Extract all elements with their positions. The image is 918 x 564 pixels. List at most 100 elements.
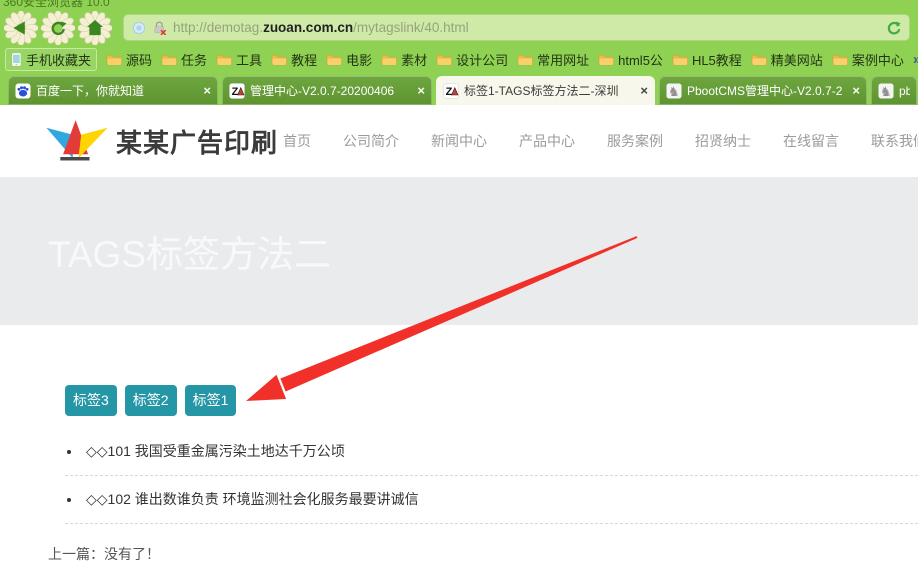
crown-logo-icon [45, 115, 109, 167]
tab-pbootcms-partial[interactable]: ♞ pb [871, 76, 917, 105]
refresh-button[interactable] [41, 11, 75, 45]
close-icon[interactable]: × [852, 84, 860, 97]
folder-icon [161, 53, 177, 66]
bookmark-folder-source[interactable]: 源码 [106, 50, 152, 69]
pboot-knight-icon: ♞ [878, 83, 894, 99]
folder-icon [216, 53, 232, 66]
page-title: TAGS标签方法二 [48, 224, 331, 278]
bookmark-label: 案例中心 [852, 50, 904, 69]
nav-service-cases[interactable]: 服务案例 [607, 131, 663, 151]
bookmark-label: 任务 [181, 50, 207, 69]
tab-admin-center[interactable]: 管理中心-V2.0.7-20200406 × [222, 76, 432, 105]
bookmark-mobile-favorites[interactable]: 手机收藏夹 [5, 48, 97, 71]
compatibility-mode-icon[interactable] [887, 21, 901, 35]
bookmark-label: 素材 [401, 50, 427, 69]
close-icon[interactable]: × [640, 84, 648, 97]
tab-title: pb [899, 84, 910, 98]
za-logo-icon [443, 83, 459, 99]
tab-pbootcms-admin[interactable]: ♞ PbootCMS管理中心-V2.0.7-2 × [659, 76, 867, 105]
tag-button-2[interactable]: 标签2 [125, 385, 177, 416]
folder-icon [271, 53, 287, 66]
tag-button-group: 标签3 标签2 标签1 [65, 385, 918, 416]
folder-icon [751, 53, 767, 66]
close-icon[interactable]: × [417, 84, 425, 97]
window-title: 360安全浏览器 10.0 [3, 0, 110, 10]
bookmark-label: 教程 [291, 50, 317, 69]
bookmark-folder-tasks[interactable]: 任务 [161, 50, 207, 69]
article-list-item[interactable]: ◇◇102 谁出数谁负责 环境监测社会化服务最要讲诚信 [65, 476, 918, 524]
article-list-item[interactable]: ◇◇101 我国受重金属污染土地达千万公顷 [65, 428, 918, 476]
main-nav: 首页 公司简介 新闻中心 产品中心 服务案例 招贤纳士 在线留言 联系我们 [283, 105, 918, 177]
folder-icon [106, 53, 122, 66]
pboot-knight-icon: ♞ [666, 83, 682, 99]
page-banner: TAGS标签方法二 [0, 177, 918, 325]
bookmark-label: 设计公司 [456, 50, 508, 69]
tab-title: PbootCMS管理中心-V2.0.7-2 [687, 82, 847, 99]
close-icon[interactable]: × [203, 84, 211, 97]
bookmark-folder-tutorials[interactable]: 教程 [271, 50, 317, 69]
nav-company-profile[interactable]: 公司简介 [343, 131, 399, 151]
folder-icon [326, 53, 342, 66]
bookmark-label: 常用网址 [537, 50, 589, 69]
home-button[interactable] [78, 11, 112, 45]
bookmark-label: 精美网站 [771, 50, 823, 69]
folder-icon [832, 53, 848, 66]
svg-text:♞: ♞ [668, 84, 680, 99]
bookmark-folder-hl5-tutorials[interactable]: HL5教程 [672, 50, 742, 69]
bookmark-folder-materials[interactable]: 素材 [381, 50, 427, 69]
tab-title: 百度一下，你就知道 [36, 82, 198, 99]
folder-icon [436, 53, 452, 66]
baidu-paw-icon [15, 83, 31, 99]
back-button[interactable] [4, 11, 38, 45]
bookmark-folder-beautiful-sites[interactable]: 精美网站 [751, 50, 823, 69]
tag-button-3[interactable]: 标签3 [65, 385, 117, 416]
phone-icon [11, 52, 22, 67]
url-domain: zuoan.com.cn [263, 20, 353, 35]
nav-recruitment[interactable]: 招贤纳士 [695, 131, 751, 151]
url-prefix: http://demotag. [173, 20, 263, 35]
folder-icon [672, 53, 688, 66]
bookmark-folder-common-sites[interactable]: 常用网址 [517, 50, 589, 69]
bookmark-label: 电影 [346, 50, 372, 69]
browser-toolbar: http://demotag.zuoan.com.cn/mytagslink/4… [0, 10, 918, 45]
folder-icon [381, 53, 397, 66]
tab-tags-page-active[interactable]: 标签1-TAGS标签方法二-深圳 × [436, 76, 655, 105]
page-content: 标签3 标签2 标签1 ◇◇101 我国受重金属污染土地达千万公顷 ◇◇102 … [0, 385, 918, 564]
url-path: /mytagslink/40.html [353, 20, 469, 35]
tab-baidu[interactable]: 百度一下，你就知道 × [8, 76, 218, 105]
tag-button-1[interactable]: 标签1 [185, 385, 237, 416]
bookmark-folder-html5[interactable]: html5公 [598, 50, 663, 69]
folder-icon [517, 53, 533, 66]
article-link[interactable]: ◇◇101 我国受重金属污染土地达千万公顷 [86, 443, 345, 459]
site-logo-text: 某某广告印刷 [116, 123, 278, 160]
nav-news-center[interactable]: 新闻中心 [431, 131, 487, 151]
insecure-lock-icon[interactable] [152, 20, 167, 35]
browser-titlebar: 360安全浏览器 10.0 [0, 0, 918, 10]
tab-title: 标签1-TAGS标签方法二-深圳 [464, 82, 635, 99]
bookmark-folder-movies[interactable]: 电影 [326, 50, 372, 69]
nav-contact-us[interactable]: 联系我们 [871, 131, 918, 151]
svg-text:♞: ♞ [880, 84, 892, 99]
bookmarks-bar: 手机收藏夹 源码 任务 工具 教程 电影 素材 设计公司 常用网址 html5公… [0, 45, 918, 73]
tab-bar: 百度一下，你就知道 × 管理中心-V2.0.7-20200406 × 标签1-T… [0, 73, 918, 105]
site-info-icon[interactable] [132, 21, 146, 35]
za-logo-icon [229, 83, 245, 99]
bookmark-label: 源码 [126, 50, 152, 69]
nav-online-message[interactable]: 在线留言 [783, 131, 839, 151]
bookmark-folder-design-company[interactable]: 设计公司 [436, 50, 508, 69]
bookmarks-overflow-chevron[interactable]: » [913, 51, 918, 68]
nav-product-center[interactable]: 产品中心 [519, 131, 575, 151]
bookmark-folder-tools[interactable]: 工具 [216, 50, 262, 69]
folder-icon [598, 53, 614, 66]
article-link[interactable]: ◇◇102 谁出数谁负责 环境监测社会化服务最要讲诚信 [86, 491, 419, 507]
site-logo[interactable]: 某某广告印刷 [45, 115, 278, 167]
site-header: 某某广告印刷 首页 公司简介 新闻中心 产品中心 服务案例 招贤纳士 在线留言 … [0, 105, 918, 177]
bookmark-folder-case-center[interactable]: 案例中心 [832, 50, 904, 69]
url-text[interactable]: http://demotag.zuoan.com.cn/mytagslink/4… [173, 20, 469, 35]
nav-home[interactable]: 首页 [283, 131, 311, 151]
article-list: ◇◇101 我国受重金属污染土地达千万公顷 ◇◇102 谁出数谁负责 环境监测社… [65, 428, 918, 524]
address-bar[interactable]: http://demotag.zuoan.com.cn/mytagslink/4… [123, 14, 910, 41]
bookmark-label: 手机收藏夹 [26, 50, 91, 69]
tab-title: 管理中心-V2.0.7-20200406 [250, 82, 412, 99]
bookmark-label: 工具 [236, 50, 262, 69]
